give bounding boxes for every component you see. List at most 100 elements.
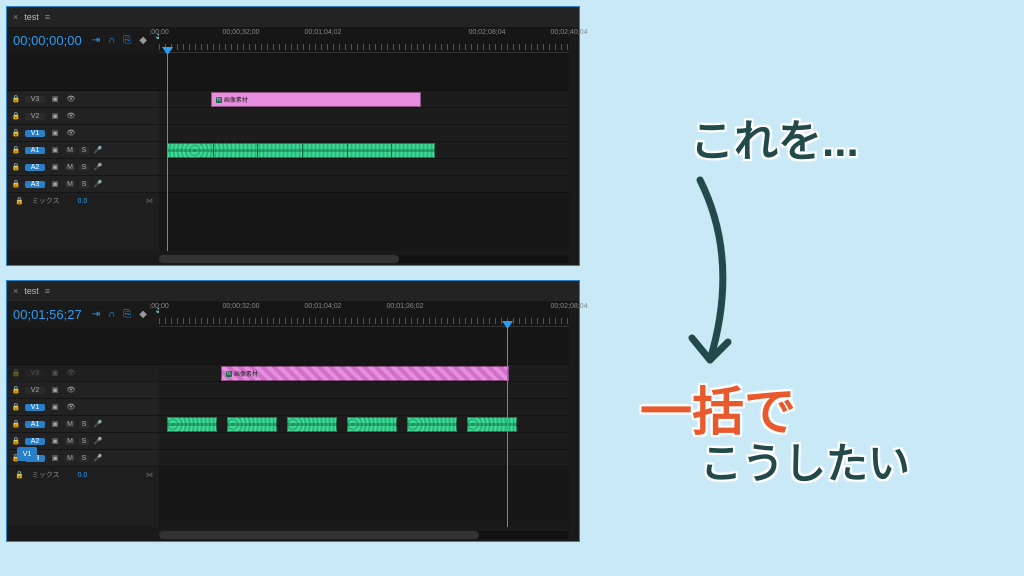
track-header-a1[interactable]: 🔒 A1 ▣ M S 🎤 [7, 416, 159, 433]
track-header-v3[interactable]: 🔒 V3 ▣ 👁 [7, 365, 159, 382]
solo-button[interactable]: S [79, 147, 89, 154]
mute-button[interactable]: M [65, 455, 75, 462]
mute-button[interactable]: M [65, 181, 75, 188]
track-label[interactable]: A1 [25, 421, 45, 428]
linked-selection-icon[interactable]: ⎘ [123, 35, 131, 46]
toggle-output-icon[interactable]: ▣ [49, 129, 61, 137]
track-label[interactable]: V2 [25, 387, 45, 394]
voiceover-icon[interactable]: 🎤 [93, 180, 103, 188]
lock-icon[interactable]: 🔒 [11, 129, 21, 137]
track-header-a1[interactable]: 🔒 A1 ▣ M S 🎤 [7, 142, 159, 159]
h-scrollbar[interactable] [159, 531, 569, 539]
sequence-tab[interactable]: test [24, 12, 39, 22]
audio-clip[interactable] [167, 417, 217, 432]
h-scrollbar[interactable] [159, 255, 569, 263]
track-label[interactable]: A2 [25, 164, 45, 171]
eye-icon[interactable]: 👁 [65, 112, 77, 120]
time-ruler[interactable]: ;00;0000;00;32;0000;01;04;0200;02;08;040… [159, 27, 569, 53]
sequence-tab[interactable]: test [24, 286, 39, 296]
tie-icon[interactable]: ⋈ [146, 197, 153, 205]
playhead[interactable] [507, 327, 508, 527]
insert-mode-icon[interactable]: ⇥ [92, 309, 100, 320]
eye-icon[interactable]: 👁 [65, 129, 77, 137]
track-lanes[interactable]: fx画像素材 [159, 53, 569, 251]
lock-icon[interactable]: 🔒 [11, 386, 21, 394]
toggle-output-icon[interactable]: ▣ [49, 403, 61, 411]
lane-a1[interactable] [159, 142, 569, 159]
audio-clip[interactable] [167, 143, 435, 158]
video-clip[interactable]: fx画像素材 [221, 366, 509, 381]
track-label[interactable]: V1 [25, 404, 45, 411]
lane-a2[interactable] [159, 159, 569, 176]
voiceover-icon[interactable]: 🎤 [93, 163, 103, 171]
toggle-output-icon[interactable]: ▣ [49, 437, 61, 445]
marker-icon[interactable]: ◆ [139, 309, 147, 320]
toggle-output-icon[interactable]: ▣ [49, 146, 61, 154]
track-label[interactable]: A2 [25, 438, 45, 445]
snap-icon[interactable]: ∩ [108, 309, 115, 320]
toggle-output-icon[interactable]: ▣ [49, 420, 61, 428]
track-header-v1[interactable]: 🔒 V1 ▣ 👁 [7, 399, 159, 416]
track-header-v2[interactable]: 🔒 V2 ▣ 👁 [7, 382, 159, 399]
track-label[interactable]: V2 [25, 113, 45, 120]
mix-value[interactable]: 0.0 [78, 472, 88, 479]
lock-icon[interactable]: 🔒 [11, 112, 21, 120]
tie-icon[interactable]: ⋈ [146, 471, 153, 479]
lock-icon[interactable]: 🔒 [15, 197, 24, 205]
marker-icon[interactable]: ◆ [139, 35, 147, 46]
track-header-a2[interactable]: 🔒 A2 ▣ M S 🎤 [7, 159, 159, 176]
panel-menu-icon[interactable]: ≡ [45, 12, 51, 22]
insert-mode-icon[interactable]: ⇥ [92, 35, 100, 46]
playhead[interactable] [167, 53, 168, 251]
source-patch-v1[interactable]: V1 [17, 447, 37, 461]
eye-icon[interactable]: 👁 [65, 95, 77, 103]
track-label[interactable]: A1 [25, 147, 45, 154]
lock-icon[interactable]: 🔒 [11, 369, 21, 377]
track-label[interactable]: V3 [25, 96, 45, 103]
lock-icon[interactable]: 🔒 [11, 180, 21, 188]
toggle-output-icon[interactable]: ▣ [49, 369, 61, 377]
lock-icon[interactable]: 🔒 [11, 420, 21, 428]
lock-icon[interactable]: 🔒 [15, 471, 24, 479]
current-timecode[interactable]: 00;01;56;27 [13, 307, 82, 322]
track-lanes[interactable]: fx画像素材 [159, 327, 569, 527]
lock-icon[interactable]: 🔒 [11, 146, 21, 154]
solo-button[interactable]: S [79, 164, 89, 171]
mute-button[interactable]: M [65, 147, 75, 154]
lane-v1[interactable] [159, 125, 569, 142]
track-header-a3[interactable]: 🔒 A3 ▣ M S 🎤 [7, 176, 159, 193]
track-header-v1[interactable]: 🔒 V1 ▣ 👁 [7, 125, 159, 142]
solo-button[interactable]: S [79, 421, 89, 428]
video-clip[interactable]: fx画像素材 [211, 92, 421, 107]
lane-v2[interactable] [159, 108, 569, 125]
toggle-output-icon[interactable]: ▣ [49, 112, 61, 120]
audio-clip[interactable] [467, 417, 517, 432]
toggle-output-icon[interactable]: ▣ [49, 180, 61, 188]
close-tab-icon[interactable]: × [13, 12, 18, 22]
audio-clip[interactable] [407, 417, 457, 432]
solo-button[interactable]: S [79, 438, 89, 445]
voiceover-icon[interactable]: 🎤 [93, 437, 103, 445]
toggle-output-icon[interactable]: ▣ [49, 163, 61, 171]
eye-icon[interactable]: 👁 [65, 403, 77, 411]
lane-a3[interactable] [159, 176, 569, 193]
audio-clip[interactable] [347, 417, 397, 432]
snap-icon[interactable]: ∩ [108, 35, 115, 46]
mute-button[interactable]: M [65, 164, 75, 171]
linked-selection-icon[interactable]: ⎘ [123, 309, 131, 320]
lock-icon[interactable]: 🔒 [11, 403, 21, 411]
mute-button[interactable]: M [65, 438, 75, 445]
track-label[interactable]: V3 [25, 370, 45, 377]
current-timecode[interactable]: 00;00;00;00 [13, 33, 82, 48]
panel-menu-icon[interactable]: ≡ [45, 286, 51, 296]
voiceover-icon[interactable]: 🎤 [93, 420, 103, 428]
lane-v3[interactable]: fx画像素材 [159, 91, 569, 108]
toggle-output-icon[interactable]: ▣ [49, 386, 61, 394]
toggle-output-icon[interactable]: ▣ [49, 95, 61, 103]
eye-icon[interactable]: 👁 [65, 386, 77, 394]
voiceover-icon[interactable]: 🎤 [93, 146, 103, 154]
track-label[interactable]: A3 [25, 181, 45, 188]
lock-icon[interactable]: 🔒 [11, 437, 21, 445]
audio-clip[interactable] [287, 417, 337, 432]
close-tab-icon[interactable]: × [13, 286, 18, 296]
